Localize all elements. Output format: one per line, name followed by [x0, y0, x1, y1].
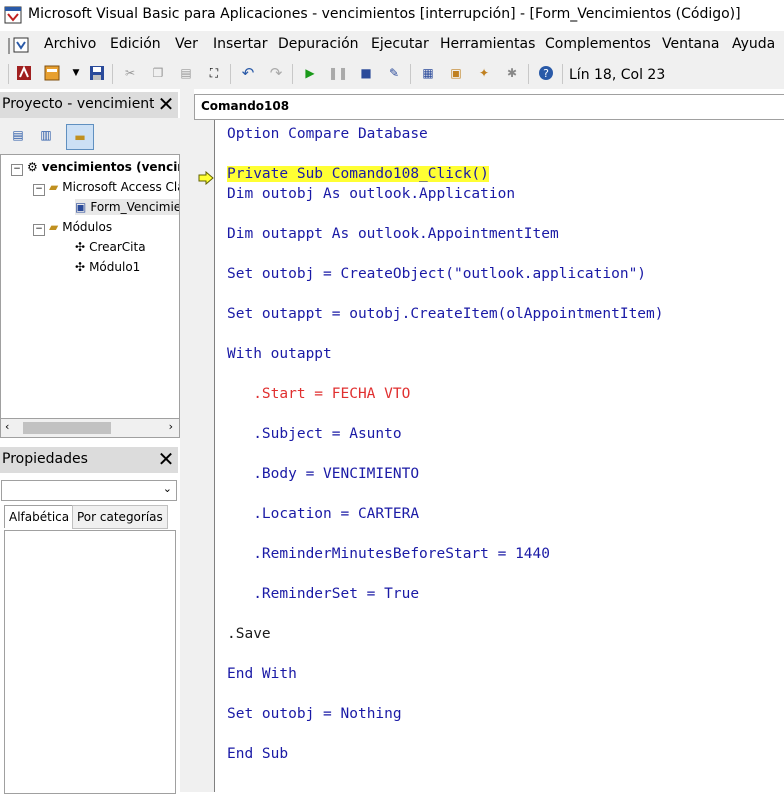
pane-splitter[interactable] [180, 89, 194, 792]
cursor-position: Lín 18, Col 23 [569, 67, 666, 83]
title-bar: Microsoft Visual Basic para Aplicaciones… [0, 0, 784, 31]
code-line: End With [227, 666, 297, 682]
chevron-down-icon: ⌄ [162, 482, 172, 495]
tab-alfabetica[interactable]: Alfabética [4, 505, 75, 528]
menu-depuracion[interactable]: Depuración [278, 36, 359, 52]
code-line: .ReminderMinutesBeforeStart = 1440 [227, 546, 551, 562]
keyword-nothing: Nothing [340, 706, 402, 722]
tree-node-crearcita[interactable]: ✣ CrearCita [75, 239, 146, 255]
scroll-left-icon[interactable]: ‹ [5, 420, 9, 433]
view-code-icon[interactable]: ▤ [10, 127, 26, 143]
dropdown-arrow-icon[interactable]: ▼ [68, 65, 84, 81]
code-line: .Location = CARTERA [227, 506, 420, 522]
reset-icon[interactable]: ■ [358, 65, 374, 81]
code-line: Set outobj = CreateObject("outlook.appli… [227, 266, 647, 282]
code-line: With outappt [227, 346, 332, 362]
copy-icon[interactable]: ❐ [150, 65, 166, 81]
code-line: End Sub [227, 746, 289, 762]
properties-list [4, 530, 176, 794]
menu-ver[interactable]: Ver [175, 36, 198, 52]
folder-icon: ▰ [49, 220, 59, 234]
folder-icon: ▰ [49, 180, 59, 194]
view-object-icon[interactable]: ▥ [38, 127, 54, 143]
project-pane-toolbar: ▤ ▥ ▬ [0, 118, 180, 154]
menu-ayuda[interactable]: Ayuda [732, 36, 775, 52]
code-line-error: .Start = FECHA VTO [227, 386, 411, 402]
menu-herramientas[interactable]: Herramientas [440, 36, 535, 52]
current-statement: Private Sub Comando108_Click() [227, 166, 489, 182]
code-line: Set outappt = outobj.CreateItem(olAppoin… [227, 306, 664, 322]
vba-doc-icon [8, 37, 29, 54]
tree-node-form-vencimientos[interactable]: ▣Form_Vencimientos [75, 199, 179, 215]
module-icon: ✣ [75, 240, 86, 254]
menu-archivo[interactable]: Archivo [44, 36, 96, 52]
project-pane-title: Proyecto - vencimientos ✕ [0, 92, 178, 118]
menu-ventana[interactable]: Ventana [662, 36, 720, 52]
vba-app-icon [4, 6, 22, 24]
redo-icon[interactable]: ↷ [268, 64, 284, 82]
properties-pane-title: Propiedades ✕ [0, 447, 178, 473]
form-icon: ▣ [75, 200, 87, 214]
access-view-icon[interactable] [16, 65, 32, 81]
window-title: Microsoft Visual Basic para Aplicaciones… [28, 6, 741, 22]
tree-node-modulo1[interactable]: ✣ Módulo1 [75, 259, 140, 275]
code-gutter[interactable] [194, 120, 215, 792]
code-line: .Subject = Asunto [227, 426, 402, 442]
run-icon[interactable]: ▶ [302, 65, 318, 81]
close-properties-pane-icon[interactable]: ✕ [156, 449, 176, 469]
code-line: .Save [227, 626, 271, 642]
cut-icon[interactable]: ✂ [122, 65, 138, 81]
find-icon[interactable]: ⛶ [206, 65, 222, 81]
help-icon[interactable]: ? [538, 65, 554, 81]
tree-node-modulos[interactable]: − ▰ Módulos [33, 219, 112, 236]
insert-form-icon[interactable] [44, 65, 60, 81]
properties-window-icon[interactable]: ▣ [448, 65, 464, 81]
tab-por-categorias[interactable]: Por categorías [72, 505, 168, 529]
toolbar-grip [8, 64, 9, 84]
svg-text:?: ? [543, 67, 549, 80]
paste-icon[interactable]: ▤ [178, 65, 194, 81]
code-line: Private Sub Comando108_Click() [227, 166, 489, 182]
code-line: .Body = VENCIMIENTO [227, 466, 420, 482]
project-tree-hscroll[interactable]: ‹ › [0, 418, 180, 438]
tree-node-class-objects[interactable]: −▰Microsoft Access Class Objects [33, 179, 179, 196]
undo-icon[interactable]: ↶ [240, 64, 256, 82]
save-icon[interactable] [89, 65, 105, 81]
project-explorer-icon[interactable]: ▦ [420, 65, 436, 81]
break-icon[interactable]: ❚❚ [328, 65, 348, 81]
object-combo[interactable]: Comando108 [194, 94, 784, 120]
keyword-true: True [384, 586, 420, 602]
toggle-folders-icon[interactable]: ▬ [66, 124, 94, 150]
close-project-pane-icon[interactable]: ✕ [156, 94, 176, 114]
module-icon: ✣ [75, 260, 86, 274]
properties-object-dropdown[interactable]: ⌄ [1, 480, 177, 501]
code-line: Set outobj = Nothing [227, 706, 402, 722]
code-line: .ReminderSet = True [227, 586, 420, 602]
hscroll-thumb[interactable] [23, 422, 111, 434]
menu-complementos[interactable]: Complementos [545, 36, 651, 52]
code-line: Option Compare Database [227, 126, 428, 142]
object-browser-icon[interactable]: ✦ [476, 65, 492, 81]
menu-insertar[interactable]: Insertar [213, 36, 268, 52]
project-tree: −⚙vencimientos (vencimientos) −▰Microsof… [0, 154, 180, 420]
code-line: Dim outobj As outlook.Application [227, 186, 516, 202]
execution-arrow-icon [198, 171, 214, 185]
project-pane-scroll-stub [168, 118, 180, 154]
code-line: Dim outappt As outlook.AppointmentItem [227, 226, 559, 242]
scroll-right-icon[interactable]: › [169, 420, 173, 433]
project-icon: ⚙ [27, 160, 38, 174]
toolbox-icon[interactable]: ✱ [504, 65, 520, 81]
code-editor[interactable]: Option Compare Database Private Sub Coma… [194, 120, 784, 792]
menu-edicion[interactable]: Edición [110, 36, 161, 52]
menu-ejecutar[interactable]: Ejecutar [371, 36, 429, 52]
tree-node-project[interactable]: −⚙vencimientos (vencimientos) [11, 159, 179, 176]
design-mode-icon[interactable]: ✎ [386, 65, 402, 81]
